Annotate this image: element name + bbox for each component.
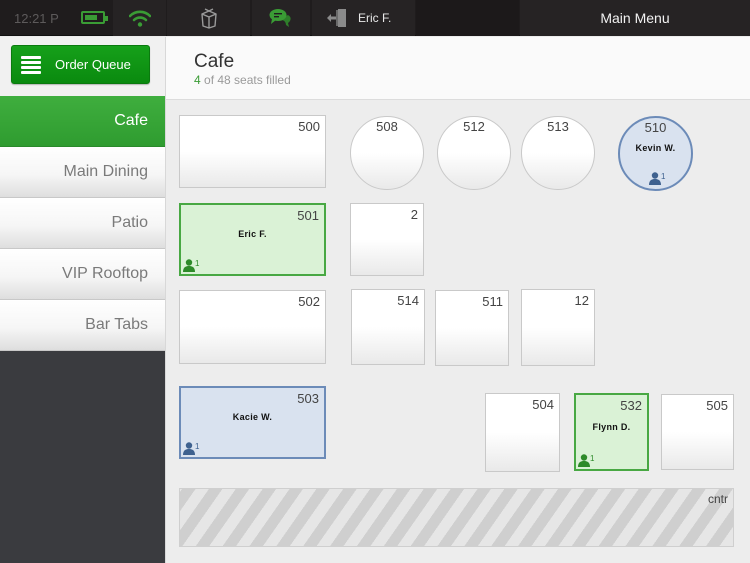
seat-count: 1 (661, 172, 666, 181)
table-511[interactable]: 511 (435, 290, 509, 366)
sidebar-item-vip-rooftop[interactable]: VIP Rooftop (0, 249, 165, 300)
order-queue-button[interactable]: Order Queue (11, 45, 150, 84)
table-number: 532 (620, 398, 642, 413)
sidebar-item-label: Main Dining (63, 163, 148, 180)
top-bar: 12:21 P Eric F. Main Menu (0, 0, 750, 36)
sidebar-header: Order Queue (0, 37, 165, 96)
wifi-button[interactable] (113, 0, 166, 36)
guest-name: Kacie W. (232, 412, 273, 422)
table-508[interactable]: 508 (350, 116, 424, 190)
seat-count: 1 (195, 442, 200, 451)
table-505[interactable]: 505 (661, 394, 734, 470)
table-512[interactable]: 512 (437, 116, 511, 190)
person-icon (578, 454, 590, 467)
seat-count: 1 (195, 259, 200, 268)
toolbar-spacer (416, 0, 519, 36)
person-icon (183, 442, 195, 455)
order-queue-label: Order Queue (55, 57, 131, 72)
table-number: 504 (532, 397, 554, 412)
guest-count: 1 (649, 172, 665, 185)
guest-count: 1 (578, 454, 594, 467)
guest-count: 1 (183, 259, 199, 272)
counter-area[interactable]: cntr (179, 488, 734, 547)
guest-name: Flynn D. (592, 422, 631, 432)
counter-label: cntr (707, 492, 728, 506)
wifi-icon (128, 10, 151, 27)
guest-name: Eric F. (238, 229, 267, 239)
table-number: 511 (482, 294, 503, 309)
table-513[interactable]: 513 (521, 116, 595, 190)
table-503[interactable]: 503 Kacie W. 1 (179, 386, 326, 459)
time-label: 12:21 P (14, 10, 59, 26)
guest-name: Kevin W. (635, 143, 676, 153)
sidebar-item-cafe[interactable]: Cafe (0, 96, 165, 147)
sidebar-item-label: Cafe (114, 112, 148, 129)
table-532[interactable]: 532 Flynn D. 1 (574, 393, 649, 471)
table-number: 510 (644, 120, 667, 135)
sidebar-item-label: Bar Tabs (85, 316, 148, 333)
sidebar-item-patio[interactable]: Patio (0, 198, 165, 249)
chat-bubbles-icon (269, 9, 291, 27)
takeout-box-icon (200, 8, 217, 29)
sidebar: Order Queue Cafe Main Dining Patio VIP R… (0, 37, 165, 563)
section-header: Cafe 4 of 48 seats filled (165, 37, 750, 100)
seat-count: 1 (590, 454, 595, 463)
sidebar-item-bar-tabs[interactable]: Bar Tabs (0, 300, 165, 351)
table-504[interactable]: 504 (485, 393, 560, 472)
seats-filled-summary: 4 of 48 seats filled (194, 73, 291, 87)
page-title: Cafe (194, 51, 235, 72)
table-510[interactable]: 510 Kevin W. 1 (618, 116, 693, 191)
hamburger-icon (21, 55, 41, 75)
floor-plan: 500 508 512 513 510 Kevin W. 1 501 Eric … (165, 100, 750, 563)
table-number: 513 (547, 119, 569, 134)
table-12[interactable]: 12 (521, 289, 595, 366)
sidebar-item-label: Patio (111, 214, 148, 231)
seats-filled-count: 4 (194, 73, 201, 87)
table-number: 512 (463, 119, 485, 134)
user-logout-button[interactable]: Eric F. (312, 0, 415, 36)
messages-button[interactable] (252, 0, 310, 36)
table-number: 514 (397, 293, 419, 308)
table-number: 2 (410, 207, 418, 222)
table-number: 505 (706, 398, 728, 413)
table-501[interactable]: 501 Eric F. 1 (179, 203, 326, 276)
seats-filled-text: of 48 seats filled (200, 73, 291, 87)
table-514[interactable]: 514 (351, 289, 425, 365)
person-icon (183, 259, 195, 272)
guest-count: 1 (183, 442, 199, 455)
table-number: 12 (574, 293, 589, 308)
main-menu-button[interactable]: Main Menu (520, 0, 750, 36)
battery-icon (81, 11, 108, 24)
sidebar-item-main-dining[interactable]: Main Dining (0, 147, 165, 198)
table-2[interactable]: 2 (350, 203, 424, 276)
table-number: 500 (298, 119, 320, 134)
table-502[interactable]: 502 (179, 290, 326, 364)
table-number: 508 (376, 119, 398, 134)
main-menu-label: Main Menu (600, 10, 670, 26)
sidebar-item-label: VIP Rooftop (62, 265, 148, 282)
table-500[interactable]: 500 (179, 115, 326, 188)
table-number: 501 (297, 208, 319, 223)
person-icon (649, 172, 661, 185)
table-number: 502 (298, 294, 320, 309)
logout-door-icon (327, 9, 346, 27)
takeout-button[interactable] (167, 0, 250, 36)
current-user-name: Eric F. (358, 11, 392, 25)
table-number: 503 (297, 391, 319, 406)
